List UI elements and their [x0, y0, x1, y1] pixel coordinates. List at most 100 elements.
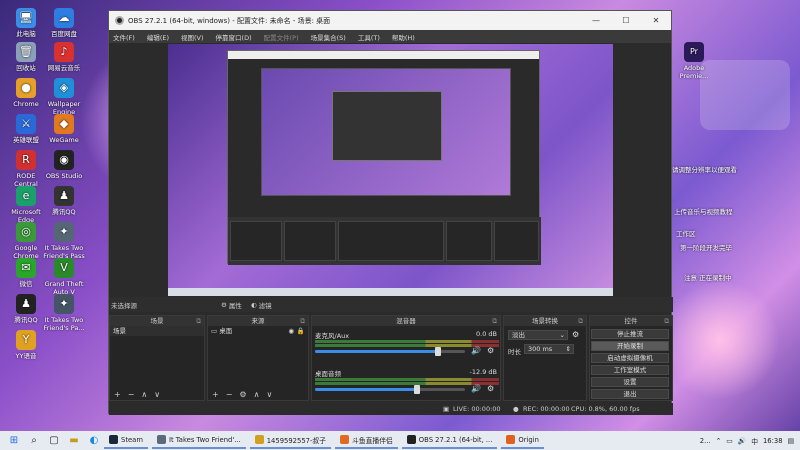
- taskbar-app-label: Origin: [518, 435, 539, 444]
- menu-file[interactable]: 文件(F): [113, 32, 135, 42]
- app-icon: 🗑: [16, 42, 36, 62]
- desktop-icon[interactable]: ✦ It Takes Two Friend's Pass: [42, 222, 86, 260]
- studio-mode-button[interactable]: 工作室模式: [591, 365, 669, 375]
- taskbar-app[interactable]: 斗鱼直播伴侣: [335, 432, 398, 449]
- desktop-icon[interactable]: ◈ Wallpaper Engine: [42, 78, 86, 116]
- app-icon: e: [16, 186, 36, 206]
- taskbar-app-label: 1459592557-叔子: [266, 436, 327, 445]
- edge-icon[interactable]: ◐: [88, 435, 100, 447]
- app-icon: V: [54, 258, 74, 278]
- clock[interactable]: 16:38: [763, 437, 783, 445]
- chevron-down-icon: ⌄: [559, 331, 565, 339]
- app-icon: ✦: [54, 222, 74, 242]
- app-icon: ♟: [16, 294, 36, 314]
- transitions-dock: 场景转换 ⧉ 淡出 ⌄ ⚙ 时长 300 ms ⇕: [503, 315, 587, 401]
- dock-undock-icon[interactable]: ⧉: [664, 316, 669, 326]
- taskbar-app[interactable]: OBS 27.2.1 (64-bit, ...: [401, 432, 498, 449]
- dock-undock-icon[interactable]: ⧉: [196, 316, 201, 326]
- desktop-icon[interactable]: V Grand Theft Auto V: [42, 258, 86, 296]
- stop-streaming-button[interactable]: 停止推流: [591, 329, 669, 339]
- volume-icon[interactable]: 🔊: [738, 437, 746, 445]
- desktop-icon[interactable]: ✦ It Takes Two Friend's Pa...: [42, 294, 86, 332]
- desktop-icon[interactable]: ☁ 百度网盘: [42, 8, 86, 38]
- notification-icon[interactable]: ▤: [788, 437, 794, 445]
- start-virtual-camera-button[interactable]: 启动虚拟摄像机: [591, 353, 669, 363]
- add-icon[interactable]: +: [212, 390, 219, 399]
- filters-button[interactable]: ◐ 滤镜: [251, 299, 272, 310]
- app-icon: ✦: [54, 294, 74, 314]
- desktop-icon[interactable]: ◉ OBS Studio: [42, 150, 86, 180]
- dock-undock-icon[interactable]: ⧉: [492, 316, 497, 326]
- move-down-icon[interactable]: ∨: [266, 390, 272, 399]
- task-view-icon[interactable]: ▢: [48, 435, 60, 447]
- move-up-icon[interactable]: ∧: [141, 390, 147, 399]
- menu-view[interactable]: 视图(V): [181, 32, 204, 42]
- speaker-icon[interactable]: 🔊: [471, 346, 481, 355]
- properties-button[interactable]: ⚙ 属性: [221, 299, 242, 310]
- desktop-icon[interactable]: ♪ 网易云音乐: [42, 42, 86, 72]
- lock-icon[interactable]: 🔒: [297, 326, 305, 336]
- input-language[interactable]: 中: [751, 436, 758, 446]
- menu-tools[interactable]: 工具(T): [358, 32, 380, 42]
- tray-overflow-icon[interactable]: ⌃: [716, 437, 722, 445]
- settings-button[interactable]: 设置: [591, 377, 669, 387]
- scene-item[interactable]: 场景: [110, 326, 204, 336]
- close-button[interactable]: ✕: [641, 16, 671, 25]
- maximize-button[interactable]: ☐: [611, 16, 641, 25]
- start-recording-button[interactable]: 开始录制: [591, 341, 669, 351]
- gear-icon[interactable]: ⚙: [239, 390, 246, 399]
- obs-titlebar[interactable]: OBS 27.2.1 (64-bit, windows) - 配置文件: 未命名…: [109, 11, 671, 30]
- desktop-icon[interactable]: ◆ WeGame: [42, 114, 86, 144]
- desktop-icon[interactable]: ♟ 腾讯QQ: [42, 186, 86, 216]
- gear-icon[interactable]: ⚙: [572, 330, 579, 339]
- desktop-icon-label: YY语音: [15, 352, 37, 360]
- dock-undock-icon[interactable]: ⧉: [300, 316, 305, 326]
- menu-help[interactable]: 帮助(H): [392, 32, 415, 42]
- cpu-fps: CPU: 0.8%, 60.00 fps: [571, 405, 640, 413]
- remove-icon[interactable]: −: [128, 390, 135, 399]
- remove-icon[interactable]: −: [226, 390, 233, 399]
- network-icon[interactable]: ▭: [726, 437, 732, 445]
- desktop-icon-label: WeGame: [49, 136, 79, 144]
- source-item[interactable]: ▭ 桌面 ◉ 🔒: [208, 326, 308, 336]
- taskbar-app[interactable]: Steam: [104, 432, 148, 449]
- app-icon: [340, 435, 350, 444]
- move-down-icon[interactable]: ∨: [154, 390, 160, 399]
- transition-select[interactable]: 淡出 ⌄: [508, 330, 568, 340]
- taskbar-app[interactable]: Origin: [501, 432, 544, 449]
- duration-input[interactable]: 300 ms ⇕: [524, 344, 574, 354]
- taskbar-app[interactable]: It Takes Two Friend'...: [151, 432, 246, 449]
- app-icon: ☁: [54, 8, 74, 28]
- gear-icon[interactable]: ⚙: [487, 384, 494, 393]
- desktop-icon[interactable]: Y YY语音: [4, 330, 48, 360]
- volume-slider[interactable]: [315, 347, 465, 356]
- menu-docks[interactable]: 停靠窗口(D): [216, 32, 252, 42]
- tray-count[interactable]: 2...: [700, 437, 711, 445]
- visibility-eye-icon[interactable]: ◉: [288, 326, 294, 336]
- gear-icon[interactable]: ⚙: [487, 346, 494, 355]
- preview-canvas[interactable]: [168, 44, 613, 296]
- stepper-icon[interactable]: ⇕: [566, 345, 571, 354]
- taskbar-app-label: OBS 27.2.1 (64-bit, ...: [418, 435, 493, 444]
- speaker-icon[interactable]: 🔊: [471, 384, 481, 393]
- menu-scene-collection[interactable]: 场景集合(S): [311, 32, 346, 42]
- volume-slider[interactable]: [315, 385, 465, 394]
- window-title: OBS 27.2.1 (64-bit, windows) - 配置文件: 未命名…: [128, 16, 331, 25]
- taskbar-app-label: 斗鱼直播伴侣: [352, 436, 393, 445]
- mixer-dock: 混音器 ⧉ 麦克风/Aux 0.0 dB 🔊 ⚙ 桌面音频 -12.9 dB 🔊 …: [311, 315, 501, 401]
- minimize-button[interactable]: —: [581, 16, 611, 25]
- desktop-icon-label: 网易云音乐: [47, 64, 81, 72]
- move-up-icon[interactable]: ∧: [254, 390, 260, 399]
- windows-start-icon[interactable]: ⊞: [8, 435, 20, 447]
- search-icon[interactable]: ⌕: [28, 435, 40, 447]
- menu-edit[interactable]: 编辑(E): [147, 32, 169, 42]
- desktop-icon[interactable]: Pr Adobe Premie...: [672, 42, 716, 80]
- filter-icon: ◐: [251, 300, 257, 309]
- dock-undock-icon[interactable]: ⧉: [578, 316, 583, 326]
- app-icon: ◈: [54, 78, 74, 98]
- exit-button[interactable]: 退出: [591, 389, 669, 399]
- file-explorer-icon[interactable]: ▬: [68, 435, 80, 447]
- menu-profile[interactable]: 配置文件(P): [264, 32, 299, 42]
- add-icon[interactable]: +: [114, 390, 121, 399]
- taskbar-app[interactable]: 1459592557-叔子: [249, 432, 332, 449]
